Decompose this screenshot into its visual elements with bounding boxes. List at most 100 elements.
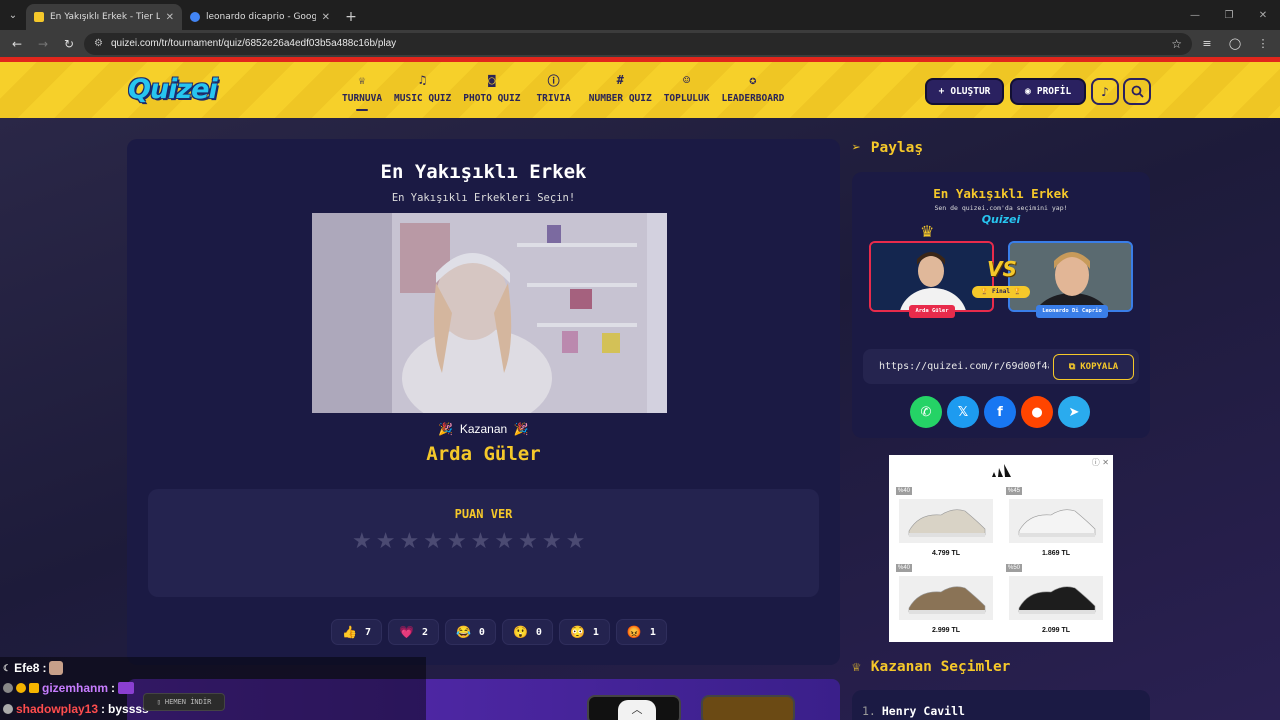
send-icon: ➢ (852, 140, 861, 156)
reaction-count: 1 (592, 626, 599, 638)
site-logo[interactable]: Quizei (128, 74, 218, 105)
reaction-flushed-button[interactable]: 😳 1 (558, 619, 610, 645)
minimize-icon[interactable]: — (1178, 10, 1212, 21)
advertisement[interactable]: ⓘ ✕ %40 4.799 TL %45 1.869 TL %40 2.999 TL %50… (889, 455, 1113, 642)
star-rating-9[interactable]: ★ (542, 531, 562, 553)
scroll-up-button[interactable]: ︿ (618, 700, 656, 720)
reaction-thumbs-up-button[interactable]: 👍 7 (331, 619, 382, 645)
plus-icon: + (938, 86, 945, 97)
url-field[interactable]: ⚙ quizei.com/tr/tournament/quiz/6852e26a… (84, 32, 1192, 55)
tab-close-icon[interactable]: ✕ (322, 12, 330, 23)
telegram-share-button[interactable]: ➤ (1058, 396, 1090, 428)
nav-label: LEADERBOARD (721, 93, 785, 104)
browser-tab-google[interactable]: leonardo dicaprio - Google Sea ✕ (182, 4, 338, 30)
reaction-heart-button[interactable]: 💗 2 (387, 619, 439, 645)
nav-trivia[interactable]: ⓘ TRIVIA (530, 72, 576, 105)
copy-button[interactable]: ⧉ KOPYALA (1053, 354, 1134, 380)
search-icon (1131, 85, 1144, 98)
tab-title: En Yakışıklı Erkek - Tier List, Kör (50, 12, 160, 22)
browser-tab-quizei[interactable]: En Yakışıklı Erkek - Tier List, Kör ✕ (26, 4, 182, 30)
tab-close-icon[interactable]: ✕ (166, 12, 174, 23)
rating-title: PUAN VER (454, 507, 513, 521)
ad-product[interactable]: %45 1.869 TL (1003, 485, 1109, 559)
laughing-icon: 😂 (455, 625, 471, 639)
share-card-title: En Yakışıklı Erkek (933, 186, 1069, 201)
star-rating-2[interactable]: ★ (376, 531, 396, 553)
finalist-left-image (869, 241, 994, 312)
emote-icon (118, 682, 135, 694)
telegram-icon: ➤ (1068, 404, 1080, 420)
discount-badge: %45 (1006, 487, 1023, 495)
ad-product[interactable]: %50 2.099 TL (1003, 562, 1109, 636)
star-rating-7[interactable]: ★ (494, 531, 514, 553)
profile-button[interactable]: ◉ PROFİL (1010, 78, 1086, 105)
media-icon[interactable]: ≡ (1196, 37, 1218, 50)
list-item[interactable]: 1. Henry Cavill (862, 704, 965, 718)
new-tab-button[interactable]: + (338, 4, 364, 30)
music-note-icon: ♫ (419, 73, 427, 87)
reaction-count: 0 (535, 626, 542, 638)
ad-price: 4.799 TL (931, 550, 960, 557)
avatar-icon: ◉ (1024, 86, 1031, 97)
star-rating-6[interactable]: ★ (471, 531, 491, 553)
ad-product[interactable]: %40 4.799 TL (893, 485, 999, 559)
nav-label: MUSIC QUIZ (394, 93, 452, 104)
back-button[interactable]: ← (6, 33, 28, 55)
tab-search-button[interactable]: ⌄ (0, 0, 26, 30)
facebook-icon: f (997, 404, 1003, 420)
notifications-button[interactable]: ♪ (1091, 78, 1119, 105)
share-card: En Yakışıklı Erkek Sen de quizei.com'da … (852, 172, 1150, 438)
facebook-share-button[interactable]: f (984, 396, 1016, 428)
ad-product[interactable]: %40 2.999 TL (893, 562, 999, 636)
account-icon[interactable]: ◯ (1224, 37, 1246, 50)
reddit-share-button[interactable]: ● (1021, 396, 1053, 428)
search-button[interactable] (1123, 78, 1151, 105)
create-button[interactable]: + OLUŞTUR (925, 78, 1004, 105)
close-window-icon[interactable]: ✕ (1246, 10, 1280, 21)
menu-icon[interactable]: ⋮ (1252, 37, 1274, 50)
chat-username: Efe8 (14, 661, 40, 675)
nav-turnuva[interactable]: ♕ TURNUVA (336, 72, 388, 111)
ad-info-close-icon[interactable]: ⓘ ✕ (1092, 457, 1109, 468)
whatsapp-share-button[interactable]: ✆ (910, 396, 942, 428)
nav-photo-quiz[interactable]: ◙ PHOTO QUIZ (457, 72, 526, 104)
star-rating-10[interactable]: ★ (566, 531, 586, 553)
forward-button[interactable]: → (32, 33, 54, 55)
url-text: quizei.com/tr/tournament/quiz/6852e26a4e… (110, 38, 397, 49)
reaction-surprised-button[interactable]: 😲 0 (501, 619, 553, 645)
window-controls: — ❐ ✕ (1178, 0, 1280, 30)
site-settings-icon[interactable]: ⚙ (94, 38, 103, 49)
reaction-count: 0 (478, 626, 485, 638)
trophy-icon: ♕ (358, 73, 366, 87)
winner-photo (312, 213, 667, 413)
winner-name: Arda Güler (426, 443, 541, 465)
download-label: HEMEN İNDİR (164, 698, 212, 706)
restore-icon[interactable]: ❐ (1212, 10, 1246, 21)
bell-icon: ♪ (1101, 84, 1109, 99)
nav-label: NUMBER QUIZ (588, 93, 652, 104)
x-share-button[interactable]: 𝕏 (947, 396, 979, 428)
star-rating-3[interactable]: ★ (399, 531, 419, 553)
reaction-angry-button[interactable]: 😡 1 (615, 619, 667, 645)
adidas-logo (992, 464, 1011, 477)
download-button[interactable]: ▯ HEMEN İNDİR (143, 693, 225, 711)
winner-label: 🎉 Kazanan 🎉 (127, 422, 840, 436)
nav-leaderboard[interactable]: ✪ LEADERBOARD (715, 72, 790, 104)
nav-number-quiz[interactable]: # NUMBER QUIZ (583, 72, 658, 104)
star-rating-4[interactable]: ★ (423, 531, 443, 553)
star-rating-8[interactable]: ★ (518, 531, 538, 553)
chat-username: gizemhanm (42, 681, 109, 695)
reload-button[interactable]: ↻ (58, 33, 80, 55)
bookmark-star-icon[interactable]: ☆ (1171, 37, 1182, 51)
discount-badge: %40 (896, 564, 913, 572)
star-rating-5[interactable]: ★ (447, 531, 467, 553)
profile-label: PROFİL (1036, 86, 1072, 97)
nav-topluluk[interactable]: ☺ TOPLULUK (658, 72, 716, 104)
reaction-laughing-button[interactable]: 😂 0 (444, 619, 496, 645)
star-rating-1[interactable]: ★ (352, 531, 372, 553)
nav-music-quiz[interactable]: ♫ MUSIC QUIZ (388, 72, 457, 104)
winners-heading: ♕ Kazanan Seçimler (852, 659, 1010, 675)
favicon-icon (190, 12, 200, 22)
share-link-input[interactable]: https://quizei.com/r/69d00f4a (879, 361, 1049, 372)
winners-list: 1. Henry Cavill (852, 690, 1150, 720)
